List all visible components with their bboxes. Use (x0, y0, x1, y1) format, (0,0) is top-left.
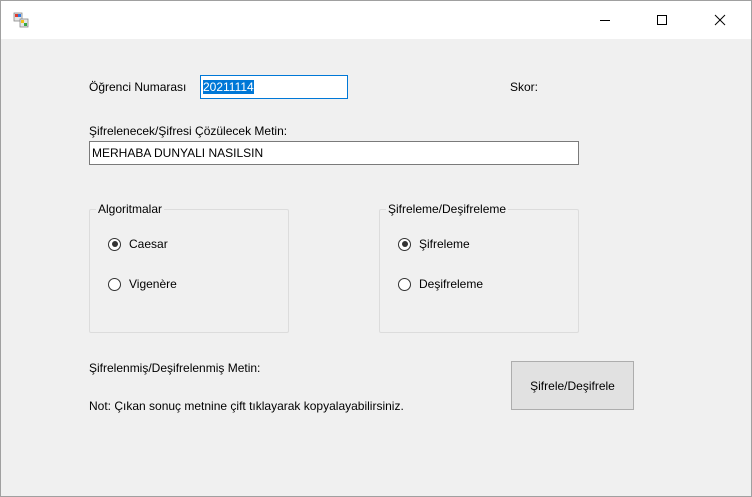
copy-note: Not: Çıkan sonuç metnine çift tıklayarak… (89, 399, 404, 413)
radio-encrypt[interactable]: Şifreleme (398, 237, 470, 251)
radio-caesar-label: Caesar (129, 237, 168, 251)
encrypt-decrypt-button[interactable]: Şifrele/Deşifrele (511, 361, 634, 410)
student-number-label: Öğrenci Numarası (89, 80, 187, 94)
result-label: Şifrelenmiş/Deşifrelenmiş Metin: (89, 361, 261, 375)
radio-decrypt[interactable]: Deşifreleme (398, 277, 483, 291)
radio-vigenere-label: Vigenère (129, 277, 177, 291)
radio-unchecked-icon (108, 277, 121, 291)
close-icon (714, 14, 726, 26)
input-text-label: Şifrelenecek/Şifresi Çözülecek Metin: (89, 124, 288, 138)
close-button[interactable] (697, 1, 743, 39)
mode-group: Şifreleme/Deşifreleme Şifreleme Deşifrel… (379, 202, 579, 333)
mode-group-title: Şifreleme/Deşifreleme (386, 202, 509, 216)
minimize-icon (600, 20, 610, 21)
student-number-input[interactable]: 20211114 (200, 75, 348, 99)
radio-checked-icon (108, 237, 121, 251)
maximize-icon (657, 15, 667, 25)
input-text-value: MERHABA DUNYALI NASILSIN (92, 146, 264, 160)
input-text-field[interactable]: MERHABA DUNYALI NASILSIN (89, 141, 579, 165)
title-bar (1, 1, 751, 39)
radio-unchecked-icon (398, 277, 411, 291)
radio-encrypt-label: Şifreleme (419, 237, 470, 251)
algorithms-group: Algoritmalar Caesar Vigenère (89, 202, 289, 333)
algorithms-group-title: Algoritmalar (96, 202, 165, 216)
radio-vigenere[interactable]: Vigenère (108, 277, 177, 291)
encrypt-decrypt-button-label: Şifrele/Deşifrele (530, 378, 615, 393)
form-body: Öğrenci Numarası 20211114 Skor: Şifrelen… (1, 39, 751, 496)
radio-caesar[interactable]: Caesar (108, 237, 168, 251)
minimize-button[interactable] (582, 1, 628, 39)
app-icon (13, 12, 29, 28)
radio-decrypt-label: Deşifreleme (419, 277, 484, 291)
maximize-button[interactable] (639, 1, 685, 39)
app-window: Öğrenci Numarası 20211114 Skor: Şifrelen… (0, 0, 752, 497)
score-label: Skor: (510, 80, 539, 94)
radio-checked-icon (398, 237, 411, 251)
student-number-value: 20211114 (203, 80, 254, 94)
